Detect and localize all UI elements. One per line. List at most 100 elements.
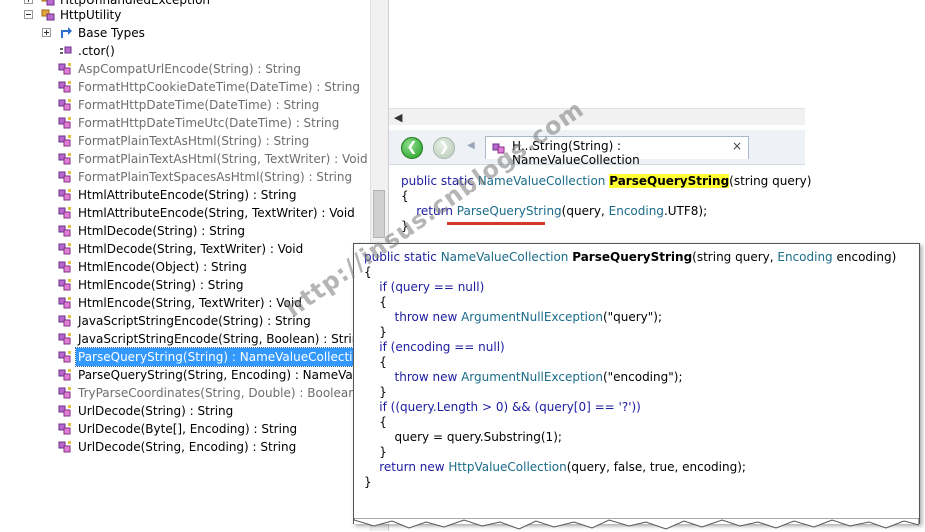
tree-item-label: HtmlEncode(Object) : String	[78, 260, 247, 274]
tree-item-label: HtmlDecode(String) : String	[78, 224, 245, 238]
code-popup: public static NameValueCollection ParseQ…	[353, 243, 920, 530]
method-icon	[58, 261, 71, 273]
code-token: {	[401, 189, 409, 203]
code-token: ("query");	[602, 310, 663, 324]
code-token: HttpValueCollection	[448, 460, 567, 474]
collapse-icon[interactable]	[24, 10, 33, 19]
tree-item-label: TryParseCoordinates(String, Double) : Bo…	[78, 386, 356, 400]
method-icon	[58, 117, 71, 129]
tree-item-label: HtmlAttributeEncode(String) : String	[78, 188, 297, 202]
highlighted-method-name: ParseQueryString	[609, 174, 730, 188]
forward-button[interactable]: ❯	[433, 137, 455, 159]
method-icon	[58, 81, 71, 93]
class-icon	[41, 9, 55, 21]
forward-arrow-icon: ❯	[438, 140, 450, 155]
method-icon	[58, 369, 71, 381]
code-token: ArgumentNullException	[461, 310, 603, 324]
method-icon	[58, 63, 71, 75]
tree-item-label-selected: ParseQueryString(String) : NameValueColl…	[74, 347, 370, 367]
expand-icon[interactable]	[42, 28, 51, 37]
method-icon	[58, 333, 71, 345]
code-token: (string query)	[729, 174, 812, 188]
code-line: {	[364, 415, 387, 429]
horizontal-scrollbar[interactable]: ◀	[389, 108, 805, 125]
code-line: if (query == null)	[364, 280, 485, 294]
tree-item-label: ParseQueryString(String, Encoding) : Nam…	[78, 368, 370, 382]
code-line: query = query.Substring(1);	[364, 430, 562, 444]
tree-item-label: HtmlAttributeEncode(String, TextWriter) …	[78, 206, 355, 220]
method-icon	[58, 99, 71, 111]
method-icon	[58, 225, 71, 237]
tree-item-label: FormatPlainTextAsHtml(String) : String	[78, 134, 310, 148]
tree-item-label: UrlDecode(String) : String	[78, 404, 234, 418]
method-icon	[58, 243, 71, 255]
method-icon	[58, 351, 71, 363]
base-types-icon	[61, 27, 72, 38]
code-token: Encoding	[777, 250, 833, 264]
method-icon	[58, 405, 71, 417]
close-tab-icon[interactable]: ×	[732, 139, 742, 153]
code-line: }	[364, 325, 387, 339]
red-underline-annotation	[447, 222, 545, 225]
constructor-icon	[60, 46, 72, 54]
method-icon	[58, 279, 71, 291]
code-token: (query, false, true, encoding);	[566, 460, 746, 474]
method-icon	[58, 315, 71, 327]
method-icon	[58, 207, 71, 219]
code-token: Encoding	[608, 204, 664, 218]
code-token: encoding)	[832, 250, 897, 264]
method-icon	[58, 189, 71, 201]
tree-item-label: FormatHttpDateTimeUtc(DateTime) : String	[78, 116, 340, 130]
method-icon	[58, 153, 71, 165]
back-arrow-icon: ❮	[406, 140, 418, 155]
tree-item-label: FormatPlainTextAsHtml(String, TextWriter…	[78, 152, 368, 166]
method-icon	[58, 423, 71, 435]
tree-item-label: HtmlEncode(String) : String	[78, 278, 244, 292]
code-line: if ((query.Length > 0) && (query[0] == '…	[364, 400, 641, 414]
code-token: ParseQueryString	[572, 250, 693, 264]
class-icon	[41, 0, 55, 6]
tree-item-label: JavaScriptStringEncode(String) : String	[78, 314, 311, 328]
method-icon	[58, 171, 71, 183]
code-token: .UTF8);	[663, 204, 708, 218]
code-token: (query,	[561, 204, 609, 218]
navigation-bar: ❮ ❯ ◀ H...String(String) : NameValueColl…	[389, 130, 805, 167]
tree-item-label: Base Types	[78, 26, 145, 40]
code-token: throw new	[364, 370, 462, 384]
popup-code: public static NameValueCollection ParseQ…	[364, 250, 896, 490]
method-icon	[58, 387, 71, 399]
tree-item-label: HtmlEncode(String, TextWriter) : Void	[78, 296, 302, 310]
code-line: if (encoding == null)	[364, 340, 505, 354]
tree-item-label: HttpUtility	[60, 8, 122, 22]
code-token: (string query,	[692, 250, 778, 264]
scroll-left-icon[interactable]: ◀	[394, 111, 402, 124]
tree-item-label: HtmlDecode(String, TextWriter) : Void	[78, 242, 304, 256]
tree-item-label: .ctor()	[78, 44, 115, 58]
method-icon	[58, 135, 71, 147]
method-icon	[58, 297, 71, 309]
tree-item-label: FormatHttpDateTime(DateTime) : String	[78, 98, 320, 112]
object-browser-tree: HttpUnhandledException HttpUtility Base …	[0, 0, 370, 531]
code-token: throw new	[364, 310, 462, 324]
expand-icon[interactable]	[24, 0, 33, 4]
method-icon	[58, 441, 71, 453]
method-link[interactable]: ParseQueryString	[457, 204, 562, 218]
tree-item-label: UrlDecode(String, Encoding) : String	[78, 440, 297, 454]
code-line: {	[364, 295, 387, 309]
tree-item-label: UrlDecode(Byte[], Encoding) : String	[78, 422, 298, 436]
history-dropdown-icon[interactable]: ◀	[467, 140, 475, 151]
code-line: }	[364, 445, 387, 459]
code-line: }	[364, 385, 387, 399]
code-token: return new	[364, 460, 449, 474]
torn-edge	[354, 518, 919, 530]
code-line: }	[364, 475, 372, 489]
tree-item-label: AspCompatUrlEncode(String) : String	[78, 62, 302, 76]
code-line: {	[364, 355, 387, 369]
code-token: NameValueCollection	[440, 250, 573, 264]
code-token: ("encoding");	[602, 370, 683, 384]
tree-item-label: JavaScriptStringEncode(String, Boolean) …	[78, 332, 367, 346]
code-token: ArgumentNullException	[461, 370, 603, 384]
tree-item-label: FormatHttpCookieDateTime(DateTime) : Str…	[78, 80, 361, 94]
tree-item-label: FormatPlainTextSpacesAsHtml(String) : St…	[78, 170, 353, 184]
back-button[interactable]: ❮	[401, 137, 423, 159]
